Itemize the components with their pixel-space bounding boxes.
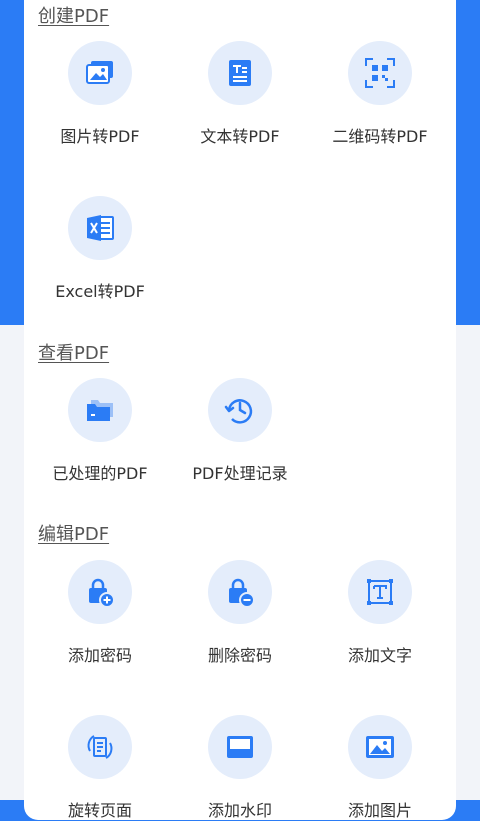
tool-add-image[interactable]: 添加图片 bbox=[310, 715, 450, 821]
tool-label: PDF处理记录 bbox=[192, 464, 288, 483]
tool-icon-circle bbox=[68, 560, 132, 624]
tool-icon-circle bbox=[68, 715, 132, 779]
tool-label: 图片转PDF bbox=[60, 127, 140, 146]
tool-label: 添加密码 bbox=[67, 646, 132, 665]
tool-add-password[interactable]: 添加密码 bbox=[30, 560, 170, 666]
tool-icon-circle bbox=[348, 41, 412, 105]
tool-add-watermark[interactable]: 添加水印 bbox=[170, 715, 310, 821]
tool-icon-circle bbox=[68, 378, 132, 442]
history-clock-icon bbox=[224, 394, 256, 426]
brand-background-right bbox=[456, 0, 480, 325]
tool-label: 添加文字 bbox=[347, 646, 412, 665]
text-frame-icon bbox=[364, 576, 396, 608]
tool-processed-pdf[interactable]: 已处理的PDF bbox=[30, 378, 170, 484]
tool-excel-to-pdf[interactable]: Excel转PDF bbox=[30, 196, 170, 302]
folder-icon bbox=[85, 397, 115, 423]
tool-label: 旋转页面 bbox=[67, 801, 132, 820]
brand-background-left bbox=[0, 0, 24, 325]
tool-rotate-page[interactable]: 旋转页面 bbox=[30, 715, 170, 821]
tool-remove-password[interactable]: 删除密码 bbox=[170, 560, 310, 666]
tool-icon-circle bbox=[208, 715, 272, 779]
tool-icon-circle bbox=[348, 560, 412, 624]
image-stack-icon bbox=[85, 59, 115, 87]
tool-label: 已处理的PDF bbox=[52, 464, 148, 483]
lock-remove-icon bbox=[224, 576, 256, 608]
section-title-create: 创建PDF bbox=[38, 6, 110, 27]
tool-icon-circle bbox=[208, 41, 272, 105]
add-image-icon bbox=[364, 733, 396, 761]
tool-label: 删除密码 bbox=[207, 646, 272, 665]
tool-icon-circle bbox=[348, 715, 412, 779]
text-doc-icon bbox=[227, 58, 253, 88]
tool-icon-circle bbox=[68, 196, 132, 260]
tool-text-to-pdf[interactable]: 文本转PDF bbox=[170, 41, 310, 147]
excel-icon bbox=[85, 214, 115, 242]
tool-icon-circle bbox=[208, 560, 272, 624]
rotate-page-icon bbox=[84, 731, 116, 763]
tool-add-text[interactable]: 添加文字 bbox=[310, 560, 450, 666]
tool-qr-to-pdf[interactable]: 二维码转PDF bbox=[310, 41, 450, 147]
tool-icon-circle bbox=[208, 378, 272, 442]
lock-add-icon bbox=[84, 576, 116, 608]
section-title-view: 查看PDF bbox=[38, 343, 110, 364]
tool-label: 文本转PDF bbox=[200, 127, 280, 146]
tool-icon-circle bbox=[68, 41, 132, 105]
tool-process-history[interactable]: PDF处理记录 bbox=[170, 378, 310, 484]
qr-code-icon bbox=[364, 57, 396, 89]
tool-label: 添加水印 bbox=[207, 801, 272, 820]
tool-label: 二维码转PDF bbox=[332, 127, 428, 146]
section-title-edit: 编辑PDF bbox=[38, 524, 110, 545]
tool-label: 添加图片 bbox=[347, 801, 412, 820]
tool-image-to-pdf[interactable]: 图片转PDF bbox=[30, 41, 170, 147]
tool-label: Excel转PDF bbox=[55, 282, 145, 301]
watermark-icon bbox=[224, 733, 256, 761]
